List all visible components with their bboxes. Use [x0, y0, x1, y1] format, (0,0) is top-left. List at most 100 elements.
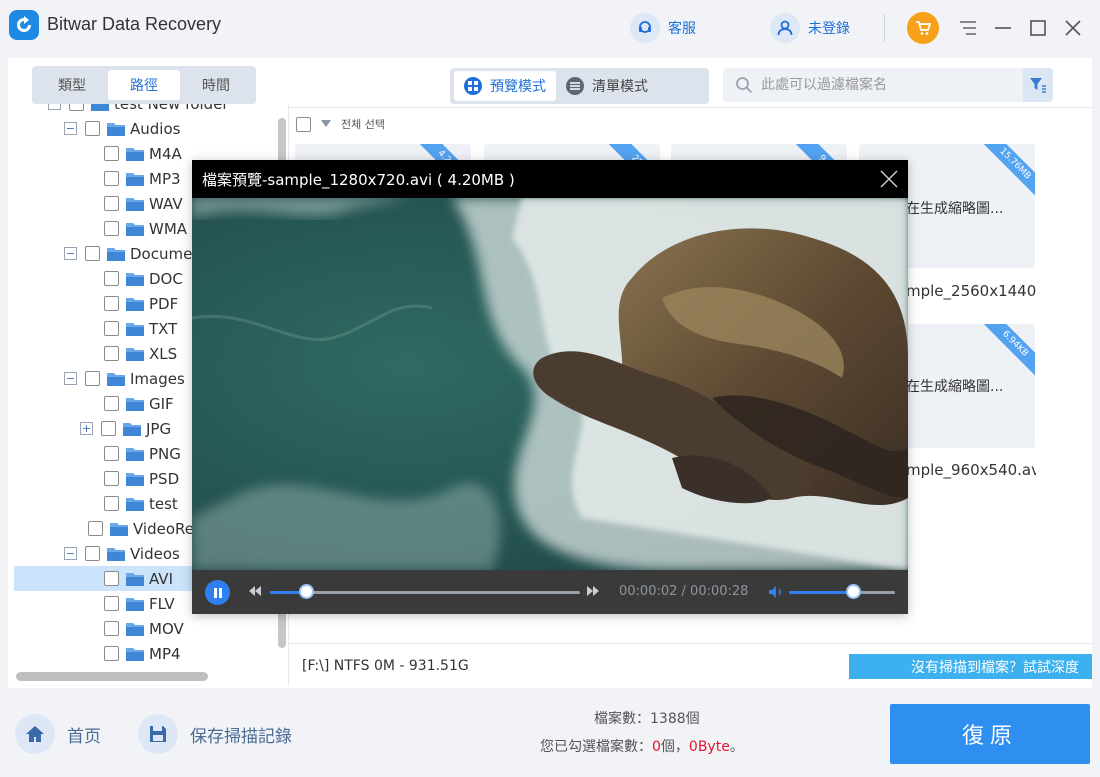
progress-track[interactable] [270, 591, 580, 594]
folder-icon [110, 522, 128, 536]
search-input[interactable] [761, 77, 1001, 93]
list-mode-button[interactable]: 清單模式 [556, 71, 658, 101]
mode-switch: 預覽模式 清單模式 [450, 68, 709, 104]
folder-icon [126, 472, 144, 486]
file-count-suffix: 個 [685, 711, 700, 727]
folder-icon [126, 647, 144, 661]
home-button[interactable]: 首页 [15, 714, 101, 754]
file-size-badge: 6.94KB [981, 324, 1035, 378]
tab-time[interactable]: 時間 [180, 70, 252, 100]
tree-node[interactable]: MOV [14, 616, 280, 641]
tab-type[interactable]: 類型 [36, 70, 108, 100]
time-separator: / [677, 584, 691, 599]
tree-checkbox[interactable] [104, 596, 119, 611]
app-title: Bitwar Data Recovery [47, 14, 222, 34]
tree-checkbox[interactable] [104, 196, 119, 211]
thumbnail-generating-text: 在生成縮略圖... [906, 379, 1004, 395]
view-tabs: 類型 路徑 時間 [32, 66, 256, 104]
filter-button[interactable] [1023, 68, 1053, 102]
folder-icon [107, 122, 125, 136]
file-name: mple_2560x1440.... [906, 282, 1036, 300]
current-time: 00:00:02 [619, 584, 678, 599]
tree-node[interactable]: − test New folder [14, 104, 280, 116]
tree-horizontal-scrollbar[interactable] [16, 672, 208, 681]
tree-checkbox[interactable] [85, 246, 100, 261]
pause-button[interactable] [205, 580, 230, 605]
volume-knob[interactable] [845, 584, 861, 599]
tree-checkbox[interactable] [104, 496, 119, 511]
titlebar-divider [884, 14, 885, 42]
progress-knob[interactable] [298, 584, 314, 599]
tab-path[interactable]: 路徑 [108, 70, 180, 100]
fast-forward-icon[interactable] [585, 584, 601, 598]
tree-node-label: Videos [130, 544, 180, 563]
tree-checkbox[interactable] [104, 171, 119, 186]
recover-button[interactable]: 復原 [890, 704, 1090, 764]
preview-mode-button[interactable]: 預覽模式 [454, 71, 556, 101]
pause-icon [213, 587, 223, 598]
save-scan-button[interactable]: 保存掃描記錄 [138, 714, 292, 754]
deep-scan-button[interactable]: 沒有掃描到檔案？試試深度 [849, 654, 1092, 679]
tree-checkbox[interactable] [104, 221, 119, 236]
close-icon[interactable] [1062, 17, 1084, 39]
select-all-checkbox[interactable] [296, 116, 311, 132]
tree-node[interactable]: MP4 [14, 641, 280, 666]
collapse-icon[interactable]: − [48, 104, 61, 110]
folder-icon [126, 272, 144, 286]
collapse-icon[interactable]: − [64, 372, 77, 385]
folder-icon [91, 104, 109, 111]
rewind-icon[interactable] [247, 584, 263, 598]
tree-checkbox[interactable] [104, 146, 119, 161]
tree-node-label: MOV [149, 619, 184, 638]
tree-checkbox[interactable] [88, 521, 103, 536]
tree-node-label: PSD [149, 469, 180, 488]
collapse-icon[interactable]: − [64, 122, 77, 135]
minimize-icon[interactable] [992, 17, 1014, 39]
tree-checkbox[interactable] [104, 621, 119, 636]
tree-checkbox[interactable] [104, 321, 119, 336]
home-label: 首页 [67, 726, 101, 747]
customer-service-button[interactable]: 客服 [630, 12, 696, 44]
home-icon [15, 714, 55, 754]
tree-node[interactable]: − Audios [14, 116, 280, 141]
tree-checkbox[interactable] [104, 571, 119, 586]
folder-icon [126, 597, 144, 611]
tree-checkbox[interactable] [104, 296, 119, 311]
tree-checkbox[interactable] [104, 646, 119, 661]
folder-icon [126, 147, 144, 161]
maximize-icon[interactable] [1027, 17, 1049, 39]
tree-checkbox[interactable] [104, 446, 119, 461]
folder-icon [126, 572, 144, 586]
menu-icon[interactable] [957, 17, 979, 39]
grid-icon [464, 77, 482, 95]
tree-checkbox[interactable] [69, 104, 84, 111]
tree-checkbox[interactable] [85, 371, 100, 386]
volume-icon[interactable] [768, 585, 784, 599]
chevron-down-icon [321, 120, 331, 128]
folder-icon [107, 547, 125, 561]
tree-checkbox[interactable] [101, 421, 116, 436]
tree-checkbox[interactable] [104, 471, 119, 486]
tree-checkbox[interactable] [104, 346, 119, 361]
tree-checkbox[interactable] [85, 121, 100, 136]
expand-icon[interactable]: + [80, 422, 93, 435]
video-frame[interactable] [192, 198, 908, 570]
tree-checkbox[interactable] [104, 396, 119, 411]
cart-icon[interactable] [907, 12, 939, 44]
preview-dialog: 檔案預覽-sample_1280x720.avi ( 4.20MB ) 00:0… [192, 160, 908, 614]
selected-mid: 個， [660, 739, 689, 755]
preview-close-icon[interactable] [878, 168, 900, 190]
tree-node-label: XLS [149, 344, 178, 363]
preview-title: 檔案預覽-sample_1280x720.avi ( 4.20MB ) [202, 170, 515, 189]
file-count-value: 1388 [650, 711, 686, 727]
collapse-icon[interactable]: − [64, 547, 77, 560]
collapse-icon[interactable]: − [64, 247, 77, 260]
user-icon [770, 13, 800, 43]
select-all[interactable]: 전체 선택 [296, 116, 385, 132]
title-bar: Bitwar Data Recovery 客服 未登錄 [0, 0, 1100, 54]
tree-checkbox[interactable] [85, 546, 100, 561]
tree-node-label: PNG [149, 444, 181, 463]
folder-icon [123, 422, 141, 436]
login-button[interactable]: 未登錄 [770, 12, 850, 44]
tree-checkbox[interactable] [104, 271, 119, 286]
